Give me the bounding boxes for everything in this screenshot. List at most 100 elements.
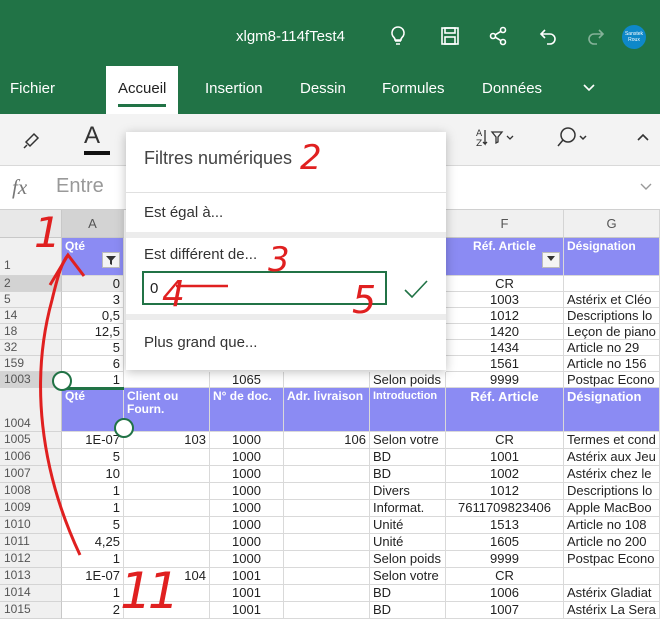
- row-header[interactable]: 159: [0, 356, 62, 372]
- cell-c[interactable]: 1000: [210, 466, 284, 483]
- cell-c[interactable]: 1000: [210, 500, 284, 517]
- cell-a[interactable]: 6: [62, 356, 124, 372]
- cell-g[interactable]: Apple MacBoo: [564, 500, 660, 517]
- cell-c[interactable]: 1000: [210, 432, 284, 449]
- row-header[interactable]: 1006: [0, 449, 62, 466]
- row-header[interactable]: 5: [0, 292, 62, 308]
- undo-icon[interactable]: [536, 24, 560, 48]
- filter-dropdown-button[interactable]: [542, 252, 560, 268]
- row-header[interactable]: 1005: [0, 432, 62, 449]
- lightbulb-icon[interactable]: [386, 24, 410, 48]
- cell-g[interactable]: Astérix aux Jeu: [564, 449, 660, 466]
- confirm-check-icon[interactable]: [402, 278, 430, 305]
- cell-c[interactable]: 1001: [210, 602, 284, 619]
- cell-g[interactable]: Article no 200: [564, 534, 660, 551]
- cell-f[interactable]: 1605: [446, 534, 564, 551]
- cell-b[interactable]: [124, 534, 210, 551]
- cell-e[interactable]: Informat.: [370, 500, 446, 517]
- cell-f[interactable]: 1513: [446, 517, 564, 534]
- cell-a[interactable]: 1E-07: [62, 432, 124, 449]
- cell-a[interactable]: 5: [62, 517, 124, 534]
- cell-f[interactable]: CR: [446, 276, 564, 292]
- cell-b[interactable]: [124, 483, 210, 500]
- row-header[interactable]: 1008: [0, 483, 62, 500]
- cell-c[interactable]: 1000: [210, 483, 284, 500]
- selection-handle-end[interactable]: [114, 418, 134, 438]
- cell-e[interactable]: Selon votre: [370, 432, 446, 449]
- cell-a[interactable]: 5: [62, 449, 124, 466]
- cell-c[interactable]: 1065: [210, 372, 284, 388]
- cell-e[interactable]: BD: [370, 466, 446, 483]
- row-header[interactable]: 1009: [0, 500, 62, 517]
- cell-c[interactable]: 1001: [210, 568, 284, 585]
- cell-a[interactable]: 0: [62, 276, 124, 292]
- cell-d[interactable]: [284, 568, 370, 585]
- cell-e[interactable]: Divers: [370, 483, 446, 500]
- tab-donnees[interactable]: Données: [482, 80, 542, 97]
- cell-g[interactable]: Termes et cond: [564, 432, 660, 449]
- cell-d[interactable]: [284, 517, 370, 534]
- cell-g[interactable]: [564, 568, 660, 585]
- row-header[interactable]: 18: [0, 324, 62, 340]
- cell-g[interactable]: Descriptions lo: [564, 483, 660, 500]
- cell-d[interactable]: [284, 500, 370, 517]
- row-header[interactable]: 1014: [0, 585, 62, 602]
- column-header-f[interactable]: F: [446, 210, 564, 238]
- cell-e[interactable]: Selon votre: [370, 568, 446, 585]
- cell-c[interactable]: 1000: [210, 534, 284, 551]
- row-header[interactable]: 32: [0, 340, 62, 356]
- save-icon[interactable]: [438, 24, 462, 48]
- row-header[interactable]: 1013: [0, 568, 62, 585]
- cell-b[interactable]: [124, 372, 210, 388]
- cell-c[interactable]: 1000: [210, 551, 284, 568]
- formula-input[interactable]: Entre: [56, 175, 104, 198]
- column-header-a[interactable]: A: [62, 210, 124, 238]
- formula-expand-chevron-icon[interactable]: [640, 180, 652, 194]
- cell-e[interactable]: Unité: [370, 534, 446, 551]
- cell-f[interactable]: 1561: [446, 356, 564, 372]
- cell-e[interactable]: Unité: [370, 517, 446, 534]
- menu-item-equals[interactable]: Est égal à...: [144, 204, 223, 221]
- cell-f[interactable]: 1434: [446, 340, 564, 356]
- cell-f[interactable]: 1003: [446, 292, 564, 308]
- cell-g[interactable]: Article no 108: [564, 517, 660, 534]
- cell-g[interactable]: Article no 156: [564, 356, 660, 372]
- cell-d[interactable]: [284, 466, 370, 483]
- cell-a[interactable]: 1E-07: [62, 568, 124, 585]
- cell-f[interactable]: CR: [446, 568, 564, 585]
- cell-a[interactable]: 1: [62, 483, 124, 500]
- format-painter-icon[interactable]: [22, 128, 44, 150]
- cell-g[interactable]: Descriptions lo: [564, 308, 660, 324]
- cell-d[interactable]: [284, 483, 370, 500]
- tab-accueil[interactable]: Accueil: [106, 66, 179, 114]
- menu-item-not-equals[interactable]: Est différent de...: [144, 246, 257, 263]
- cell-b[interactable]: 103: [124, 432, 210, 449]
- cell-b[interactable]: [124, 517, 210, 534]
- cell-d[interactable]: [284, 534, 370, 551]
- row-header[interactable]: 1011: [0, 534, 62, 551]
- selection-handle-start[interactable]: [52, 371, 72, 391]
- cell-f[interactable]: 1006: [446, 585, 564, 602]
- share-icon[interactable]: [486, 24, 510, 48]
- cell-a[interactable]: 0,5: [62, 308, 124, 324]
- cell-f[interactable]: 9999: [446, 551, 564, 568]
- cell-a[interactable]: 5: [62, 340, 124, 356]
- cell-d[interactable]: 106: [284, 432, 370, 449]
- menu-item-greater-than[interactable]: Plus grand que...: [144, 334, 257, 351]
- cell-g[interactable]: Leçon de piano: [564, 324, 660, 340]
- cell-d[interactable]: [284, 372, 370, 388]
- cell-f[interactable]: 1002: [446, 466, 564, 483]
- cell-f[interactable]: 1012: [446, 483, 564, 500]
- cell-f[interactable]: 1420: [446, 324, 564, 340]
- tab-fichier[interactable]: Fichier: [10, 80, 55, 97]
- cell-g[interactable]: [564, 276, 660, 292]
- tabs-overflow-chevron-icon[interactable]: [582, 80, 596, 98]
- cell-c[interactable]: 1001: [210, 585, 284, 602]
- search-icon[interactable]: [556, 126, 590, 148]
- cell-b[interactable]: [124, 500, 210, 517]
- cell-a[interactable]: 10: [62, 466, 124, 483]
- cell-e[interactable]: BD: [370, 449, 446, 466]
- cell-f[interactable]: 1007: [446, 602, 564, 619]
- avatar[interactable]: Sanstek Roux: [622, 25, 646, 49]
- row-header[interactable]: 1007: [0, 466, 62, 483]
